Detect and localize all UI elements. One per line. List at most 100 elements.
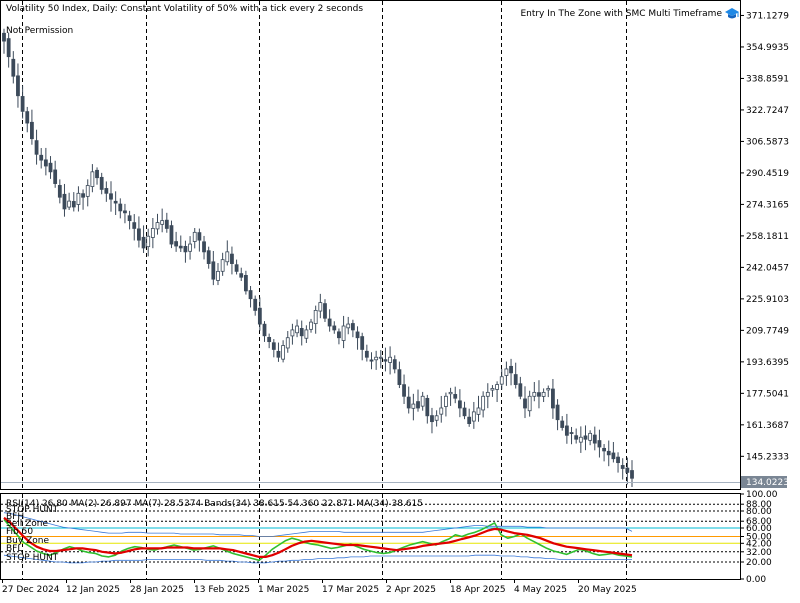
candle-body (350, 323, 355, 331)
candle-body (53, 169, 58, 184)
candle-body (25, 111, 30, 124)
candle-body (555, 404, 560, 421)
candle-body (406, 396, 411, 409)
candle-body (243, 274, 248, 292)
candle-body (104, 188, 109, 194)
price-axis-label: 145.2333 (746, 452, 789, 462)
time-axis-label: 2 Apr 2025 (386, 585, 436, 595)
graduation-cap-icon[interactable] (724, 7, 740, 21)
price-axis-label: 290.4519 (746, 169, 789, 179)
time-axis-label: 20 May 2025 (578, 585, 637, 595)
candle-body (169, 225, 174, 245)
candle-body (253, 298, 258, 311)
candle-body (309, 321, 313, 330)
indicator-zone-labels: STOP HUNTBFHSell ZoneFib 50Buy ZoneBFLST… (6, 505, 59, 563)
price-axis-label: 242.0457 (746, 263, 789, 273)
candle-body (602, 447, 606, 452)
candle-body (355, 331, 360, 339)
price-axis: 371.1279 354.9935 338.8591 322.7247 306.5873… (741, 11, 789, 462)
chart-window[interactable]: STOP HUNT BFH Sell Zone Fib 50 Buy Zone BFL ST… (0, 0, 800, 600)
candle-body (313, 310, 318, 325)
time-axis-label: 17 Mar 2025 (322, 585, 379, 595)
time-axis-label: 12 Jan 2025 (66, 585, 120, 595)
candle-body (16, 75, 20, 97)
candle-body (285, 337, 290, 349)
candlestick-series (2, 28, 634, 488)
candle-body (388, 356, 393, 363)
indicator-axis-label: 20.00 (746, 558, 772, 568)
indicator-series-line (3, 512, 633, 537)
price-axis-label: 338.8591 (746, 74, 789, 84)
indicator-axis-label: 32.00 (746, 548, 772, 558)
expert-advisor-name[interactable]: Entry In The Zone with SMC Multi Timefra… (520, 9, 722, 20)
indicator-axis-label: 80.00 (746, 507, 772, 517)
candle-body (281, 345, 286, 360)
candle-body (346, 323, 351, 329)
candle-body (174, 241, 179, 247)
candle-body (290, 329, 295, 337)
candle-body (392, 359, 397, 370)
candle-body (416, 401, 420, 409)
candle-body (276, 350, 281, 358)
candle-body (132, 222, 137, 229)
candle-body (257, 307, 262, 325)
price-axis-label: 306.5873 (746, 137, 789, 147)
price-axis-label: 371.1279 (746, 11, 789, 21)
candle-body (43, 159, 48, 167)
candle-body (509, 365, 513, 374)
chart-canvas[interactable]: STOP HUNTBFHSell ZoneFib 50Buy ZoneBFLST… (0, 0, 800, 600)
candle-body (62, 193, 67, 210)
candle-body (164, 219, 169, 229)
main-chart-frame (0, 0, 741, 490)
candle-body (518, 383, 523, 397)
candle-body (85, 185, 90, 197)
candle-body (560, 420, 565, 428)
candle-body (248, 290, 253, 300)
price-axis-label: 322.7247 (746, 106, 789, 116)
price-axis-label: 225.9103 (746, 295, 789, 305)
candle-body (527, 395, 532, 412)
candle-body (267, 336, 272, 343)
candle-body (546, 388, 551, 391)
candle-body (383, 359, 388, 362)
candle-body (532, 391, 537, 397)
candle-body (11, 58, 16, 77)
candle-body (178, 245, 183, 249)
candle-body (71, 201, 76, 208)
candle-body (364, 350, 369, 358)
candle-body (160, 220, 165, 225)
candle-body (397, 369, 402, 385)
candle-body (141, 236, 146, 249)
candle-body (20, 96, 25, 112)
candle-body (123, 210, 127, 214)
indicator-axis-label: 0.00 (746, 575, 766, 585)
permission-status: Not Permission (6, 26, 74, 36)
candle-body (211, 261, 216, 280)
candle-body (439, 407, 444, 415)
candle-body (220, 259, 225, 272)
candle-body (513, 374, 518, 385)
time-axis-label: 27 Dec 2024 (2, 585, 60, 595)
rsi-series (3, 512, 633, 564)
candle-body (411, 403, 416, 409)
indicator-axis-label: 100.00 (746, 490, 778, 500)
candle-body (30, 121, 34, 140)
candle-body (90, 171, 95, 187)
indicator-zone-label: STOP HUNT (6, 553, 59, 563)
price-axis-label: 177.5041 (746, 389, 789, 399)
candle-body (113, 200, 118, 204)
candle-body (369, 359, 374, 362)
candle-body (578, 436, 583, 443)
time-axis: 27 Dec 2024 12 Jan 2025 28 Jan 2025 13 Feb … (2, 580, 637, 595)
candle-body (597, 440, 602, 448)
candle-body (611, 452, 616, 460)
time-axis-label: 1 Mar 2025 (258, 585, 309, 595)
candle-body (462, 407, 467, 417)
candle-body (402, 384, 406, 397)
candle-body (606, 450, 611, 456)
candle-body (625, 467, 630, 473)
candle-body (588, 432, 593, 441)
candle-body (374, 356, 379, 361)
candle-body (476, 407, 481, 415)
time-axis-label: 13 Feb 2025 (194, 585, 250, 595)
